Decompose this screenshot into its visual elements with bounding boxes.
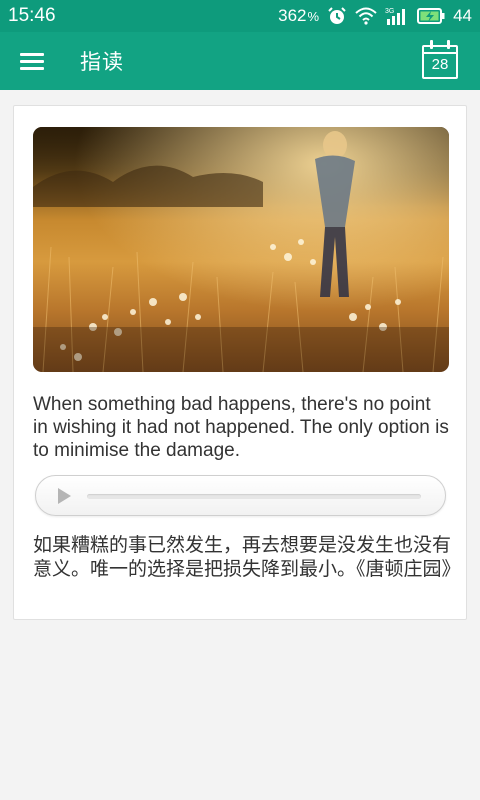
speed-indicator: 362% [278, 6, 319, 26]
quote-photo [33, 127, 449, 372]
battery-level: 44 [453, 6, 472, 25]
menu-button[interactable] [0, 32, 64, 90]
speed-unit: % [307, 9, 320, 24]
status-indicators: 362% 3G 44 [278, 6, 472, 26]
battery-charging-icon [417, 8, 445, 24]
app-bar: 指读 28 [0, 32, 480, 90]
status-time: 15:46 [8, 5, 56, 26]
status-bar: 15:46 362% 3G 44 [0, 0, 480, 32]
play-icon [58, 488, 71, 504]
play-button[interactable] [56, 487, 72, 505]
speed-value: 362 [278, 6, 307, 25]
hamburger-menu-icon [20, 49, 44, 74]
calendar-day: 28 [431, 56, 449, 73]
wifi-icon [355, 7, 377, 25]
quote-card: When something bad happens, there's no p… [13, 105, 467, 620]
chinese-translation: 如果糟糕的事已然发生，再去想要是没发生也没有意义。唯一的选择是把损失降到最小。《… [33, 534, 461, 580]
english-sentence: When something bad happens, there's no p… [33, 394, 449, 461]
signal-icon: 3G [385, 7, 409, 25]
alarm-icon [327, 6, 347, 26]
calendar-button[interactable]: 28 [422, 40, 458, 80]
page-title: 指读 [80, 50, 124, 74]
progress-track[interactable] [87, 494, 421, 499]
audio-player [35, 475, 446, 516]
network-type-label: 3G [385, 8, 394, 15]
